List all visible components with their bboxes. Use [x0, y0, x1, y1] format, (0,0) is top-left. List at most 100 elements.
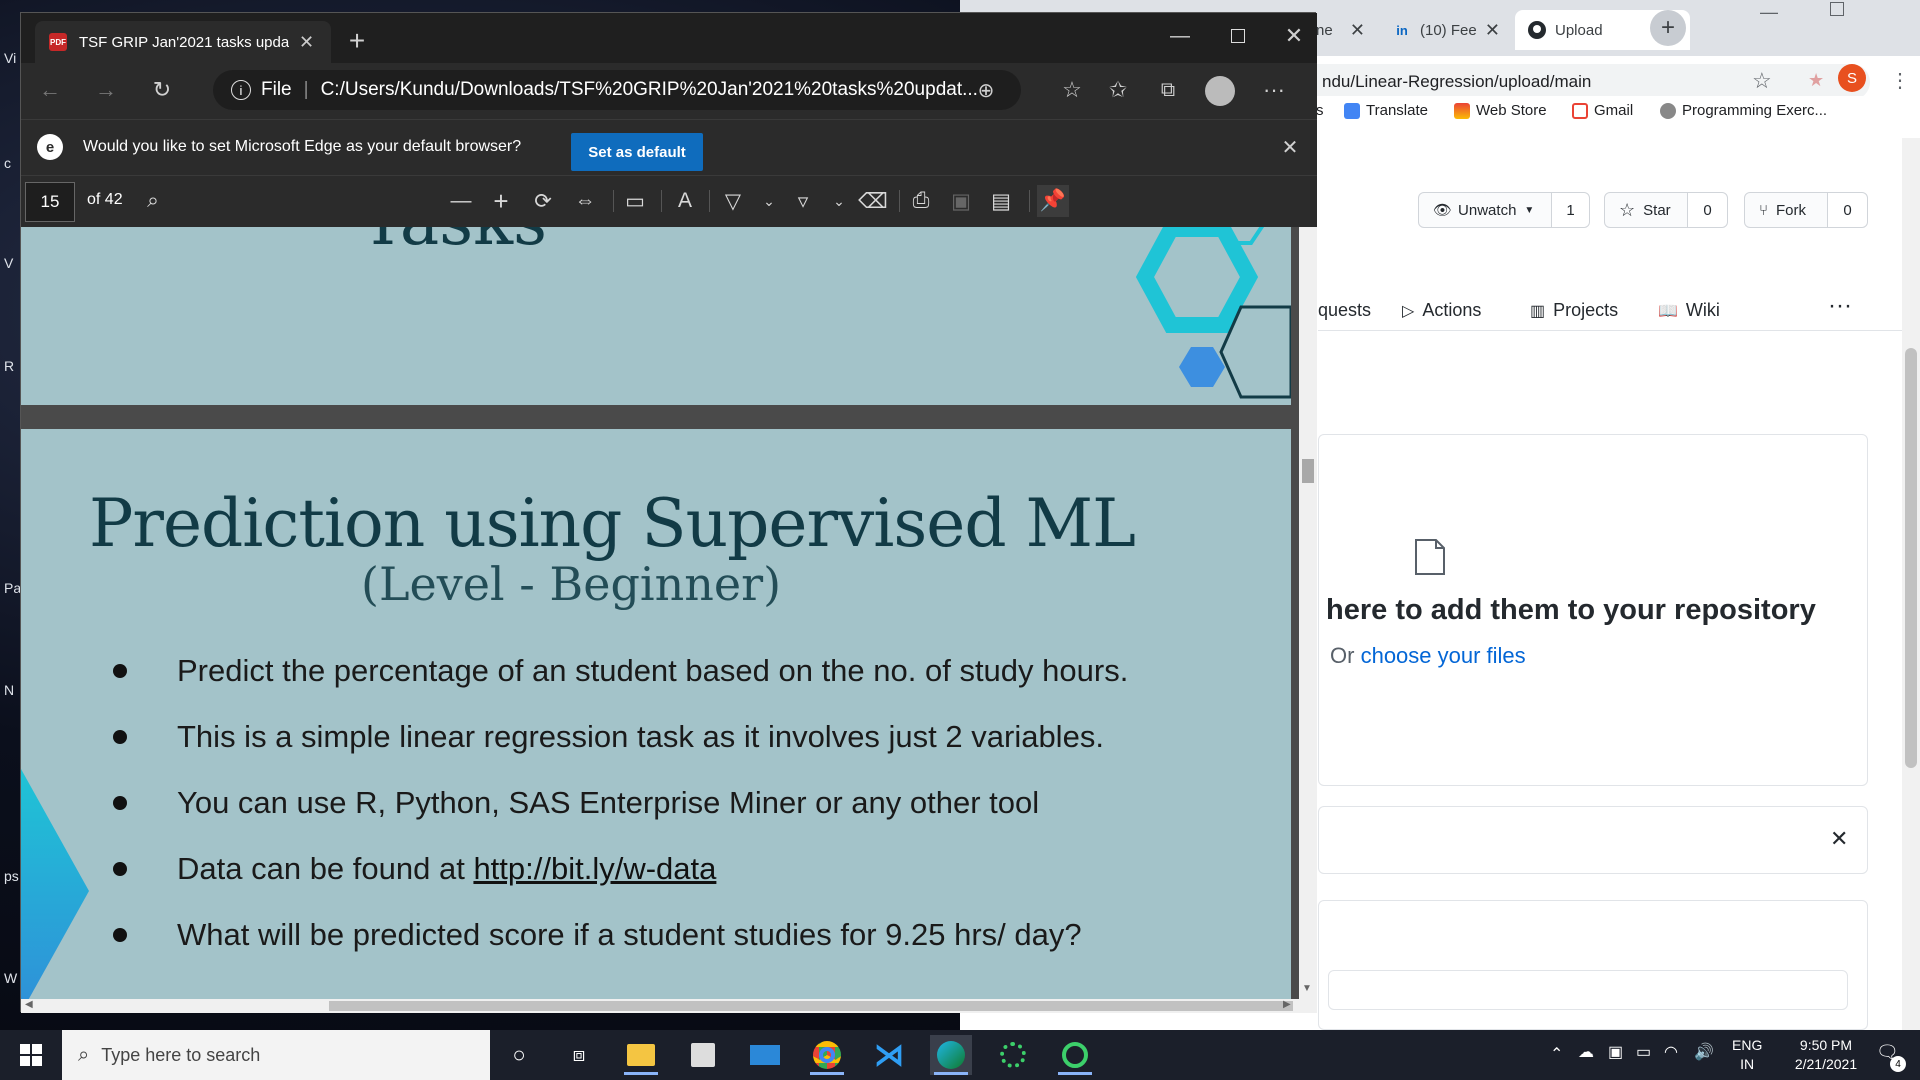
close-icon[interactable]: ✕: [1277, 134, 1303, 160]
volume-icon[interactable]: 🔊: [1694, 1042, 1714, 1062]
chevron-down-icon[interactable]: ⌄: [823, 185, 855, 217]
more-menu-icon[interactable]: ···: [1259, 75, 1289, 105]
choose-files-link[interactable]: choose your files: [1361, 643, 1526, 668]
tab-actions[interactable]: ▷ Actions: [1402, 300, 1481, 321]
desktop-icon-label[interactable]: V: [4, 255, 13, 271]
maximize-icon[interactable]: [1223, 21, 1253, 51]
unwatch-button[interactable]: 👁 Unwatch ▼ 1: [1418, 192, 1590, 228]
bookmark-item[interactable]: Programming Exerc...: [1660, 102, 1827, 119]
add-favorite-icon[interactable]: ☆: [1057, 75, 1087, 105]
rotate-icon[interactable]: ⟳: [527, 185, 559, 217]
profile-avatar[interactable]: S: [1838, 64, 1866, 92]
bookmark-item[interactable]: Web Store: [1454, 102, 1547, 119]
scroll-right-icon[interactable]: ▶: [1283, 999, 1291, 1010]
app-ring-icon[interactable]: [1054, 1035, 1096, 1075]
desktop-icon-label[interactable]: Pa: [4, 580, 21, 596]
save-icon[interactable]: ▣: [945, 185, 977, 217]
bookmark-item[interactable]: Translate: [1344, 102, 1428, 119]
onedrive-icon[interactable]: ☁: [1578, 1042, 1594, 1062]
bookmark-star-icon[interactable]: ☆: [1752, 68, 1772, 94]
commit-message-input[interactable]: [1328, 970, 1848, 1010]
maximize-icon[interactable]: [1830, 2, 1844, 16]
chrome-tab[interactable]: ne ✕: [1310, 10, 1375, 50]
chevron-down-icon[interactable]: ⌄: [753, 185, 785, 217]
new-tab-button[interactable]: +: [339, 23, 375, 59]
show-hidden-icons[interactable]: ⌃: [1550, 1044, 1563, 1064]
meet-now-icon[interactable]: ▣: [1608, 1042, 1623, 1062]
close-icon[interactable]: ✕: [1830, 826, 1848, 852]
desktop-icon-label[interactable]: c: [4, 155, 11, 171]
desktop-icon-label[interactable]: Vi: [4, 50, 16, 66]
edge-tab-active[interactable]: PDF TSF GRIP Jan'2021 tasks updated ✕: [35, 21, 331, 63]
file-explorer-icon[interactable]: [620, 1035, 662, 1075]
refresh-icon[interactable]: ↻: [147, 75, 177, 105]
start-button[interactable]: [10, 1035, 52, 1075]
search-icon[interactable]: ⌕: [137, 185, 169, 217]
favorites-icon[interactable]: ✩: [1103, 75, 1133, 105]
chrome-scrollbar[interactable]: [1902, 138, 1920, 1030]
close-window-icon[interactable]: ✕: [1279, 21, 1309, 51]
bookmark-item[interactable]: s: [1316, 102, 1324, 119]
pdf-viewer[interactable]: Tasks Prediction using Supervised ML (Le…: [21, 227, 1317, 1013]
draw-icon[interactable]: ▽: [717, 185, 749, 217]
more-tabs-icon[interactable]: ···: [1828, 292, 1852, 320]
edge-icon[interactable]: [930, 1035, 972, 1075]
scrollbar-thumb[interactable]: [1302, 459, 1314, 483]
cortana-icon[interactable]: ○: [498, 1035, 540, 1075]
data-link[interactable]: http://bit.ly/w-data: [473, 851, 716, 887]
taskbar-search-box[interactable]: ⌕ Type here to search: [62, 1030, 490, 1080]
back-icon[interactable]: ←: [35, 75, 65, 105]
tab-projects[interactable]: ▥ Projects: [1530, 300, 1618, 321]
fit-page-icon[interactable]: ⇔: [569, 185, 601, 217]
desktop-icon-label[interactable]: ps: [4, 868, 19, 884]
new-tab-button[interactable]: +: [1650, 10, 1686, 46]
desktop-icon-label[interactable]: R: [4, 358, 14, 374]
zoom-icon[interactable]: ⊕: [971, 75, 1001, 105]
scroll-down-icon[interactable]: ▼: [1302, 983, 1312, 994]
scroll-left-icon[interactable]: ◀: [25, 999, 33, 1010]
zoom-in-icon[interactable]: +: [485, 185, 517, 217]
wifi-icon[interactable]: ◠: [1664, 1042, 1678, 1062]
zoom-out-icon[interactable]: —: [445, 185, 477, 217]
collections-icon[interactable]: ⧉: [1153, 75, 1183, 105]
fork-button[interactable]: ⑂ Fork 0: [1744, 192, 1868, 228]
desktop-icon-label[interactable]: N: [4, 682, 14, 698]
eraser-icon[interactable]: ⌫: [857, 185, 889, 217]
read-aloud-icon[interactable]: A: [669, 185, 701, 217]
tab-pull-requests[interactable]: quests: [1318, 300, 1371, 321]
address-bar[interactable]: i File | C:/Users/Kundu/Downloads/TSF%20…: [213, 70, 1021, 110]
mail-icon[interactable]: [744, 1035, 786, 1075]
close-icon[interactable]: ✕: [1485, 20, 1500, 41]
tab-wiki[interactable]: 📖 Wiki: [1658, 300, 1720, 321]
minimize-icon[interactable]: —: [1760, 2, 1778, 23]
language-indicator[interactable]: ENG IN: [1732, 1036, 1762, 1074]
highlight-icon[interactable]: ▿: [787, 185, 819, 217]
desktop-icon-label[interactable]: W: [4, 970, 17, 986]
chrome-icon[interactable]: [806, 1035, 848, 1075]
chrome-tab[interactable]: in (10) Fee ✕: [1380, 10, 1510, 50]
clock[interactable]: 9:50 PM 2/21/2021: [1786, 1036, 1866, 1074]
vertical-scrollbar[interactable]: ▲ ▼: [1299, 227, 1317, 1013]
store-icon[interactable]: [682, 1035, 724, 1075]
pin-toolbar-icon[interactable]: 📌: [1037, 185, 1069, 217]
vscode-icon[interactable]: ⋊: [868, 1035, 910, 1075]
star-button[interactable]: ☆ Star 0: [1604, 192, 1728, 228]
more-menu-icon[interactable]: ⋮: [1890, 68, 1910, 93]
extension-icon[interactable]: ★: [1808, 70, 1824, 91]
scrollbar-thumb[interactable]: [1905, 348, 1917, 768]
page-number-input[interactable]: 15: [25, 182, 75, 222]
profile-avatar[interactable]: [1205, 76, 1235, 106]
scrollbar-thumb[interactable]: [329, 1001, 1293, 1011]
print-icon[interactable]: ⎙: [905, 185, 937, 217]
page-view-icon[interactable]: ▭: [619, 185, 651, 217]
close-icon[interactable]: ✕: [1350, 20, 1365, 41]
forward-icon[interactable]: →: [91, 75, 121, 105]
info-icon[interactable]: i: [231, 80, 251, 100]
horizontal-scrollbar[interactable]: ◀ ▶: [21, 999, 1299, 1013]
save-as-icon[interactable]: ▤: [985, 185, 1017, 217]
minimize-icon[interactable]: —: [1165, 21, 1195, 51]
app-ring-icon[interactable]: [992, 1035, 1034, 1075]
close-icon[interactable]: ✕: [299, 32, 314, 53]
task-view-icon[interactable]: ⧈: [558, 1035, 600, 1075]
bookmark-item[interactable]: Gmail: [1572, 102, 1633, 119]
